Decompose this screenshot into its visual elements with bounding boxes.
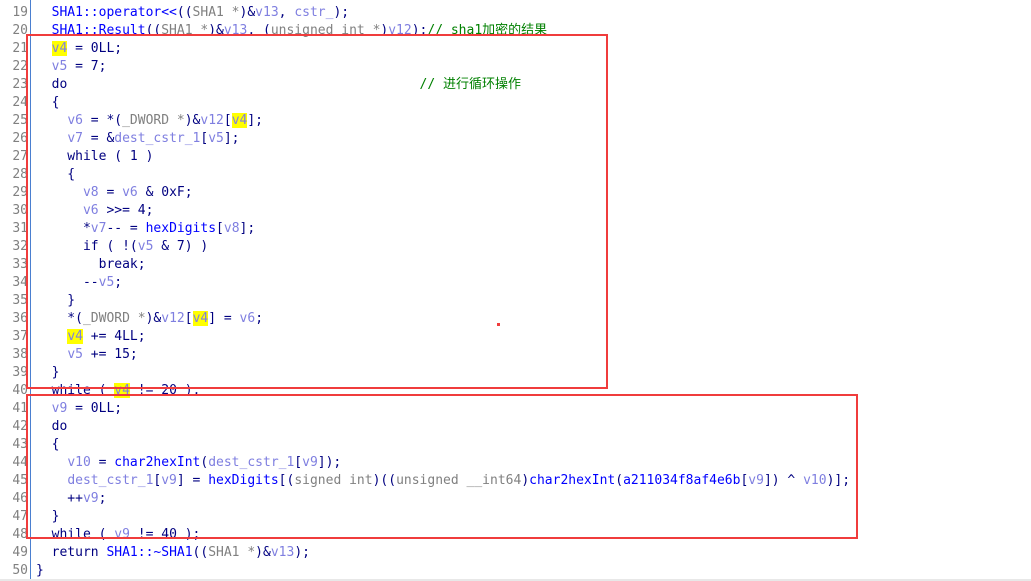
code-text: , [278,5,295,20]
code-line[interactable]: 50} [0,562,850,580]
annotation-box-loop1 [26,34,608,389]
line-number: 49 [12,545,28,560]
code-text: } [36,563,44,578]
code-line[interactable]: 49 return SHA1::~SHA1((SHA1 *)&v13); [0,544,850,562]
code-text: )& [255,545,271,560]
code-text: (( [176,5,193,20]
code-text: ); [333,5,350,20]
code-text: return [36,545,107,560]
line-number: 19 [12,5,28,20]
annotation-box-loop2 [26,394,858,539]
code-text: ); [294,545,310,560]
code-line[interactable]: 19 SHA1::operator<<((SHA1 *)&v13, cstr_)… [0,4,850,22]
line-number: 50 [12,563,28,578]
type-cast-token: SHA1 * [192,5,240,20]
annotation-dot [497,323,500,326]
type-cast-token: SHA1 * [208,545,256,560]
code-text: (( [192,545,209,560]
variable-token: v13 [270,545,295,560]
function-token: SHA1::operator<< [51,5,177,20]
function-token: SHA1::~SHA1 [106,545,193,560]
variable-token: v13 [255,5,279,20]
variable-token: cstr_ [294,5,334,20]
code-text: )& [239,5,256,20]
